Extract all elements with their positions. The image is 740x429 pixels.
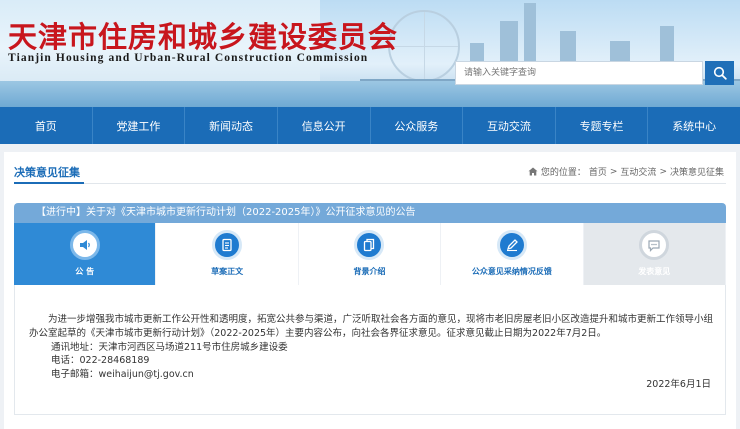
nav-item-news[interactable]: 新闻动态: [185, 107, 278, 144]
tab-draft-text[interactable]: 草案正文: [156, 223, 299, 285]
site-subtitle: Tianjin Housing and Urban-Rural Construc…: [8, 52, 369, 64]
section-title: 决策意见征集: [14, 166, 80, 179]
chat-icon: [648, 240, 660, 252]
header-banner: 天津市住房和城乡建设委员会 Tianjin Housing and Urban-…: [0, 0, 740, 107]
tab-background[interactable]: 背景介绍: [298, 223, 442, 285]
tab-feedback[interactable]: 公众意见采纳情况反馈: [441, 223, 584, 285]
tab-label: 草案正文: [211, 267, 244, 276]
nav-item-topics[interactable]: 专题专栏: [556, 107, 649, 144]
breadcrumb-separator: >: [609, 166, 618, 177]
section-divider: [14, 183, 726, 184]
home-icon: [528, 167, 538, 176]
tab-submit-opinion[interactable]: 发表意见: [583, 223, 726, 285]
announcement-date: 2022年6月1日: [646, 379, 711, 390]
document-icon: [222, 238, 232, 252]
tab-label: 发表意见: [638, 267, 671, 276]
announcement-body: 为进一步增强我市城市更新工作公开性和透明度，拓宽公共参与渠道，广泛听取社会各方面…: [14, 285, 726, 415]
content-panel: 决策意见征集 您的位置： 首页 > 互动交流 > 决策意见征集 【进行中】关于对…: [4, 152, 736, 429]
files-icon: [364, 238, 375, 252]
tab-label: 背景介绍: [353, 267, 386, 276]
tab-label: 公 告: [75, 267, 95, 276]
breadcrumb-link-home[interactable]: 首页: [589, 165, 607, 178]
nav-item-system-center[interactable]: 系统中心: [648, 107, 740, 144]
tab-announcement[interactable]: 公 告: [14, 223, 157, 285]
pen-icon: [506, 239, 518, 252]
nav-item-interaction[interactable]: 互动交流: [463, 107, 556, 144]
announcement-content: 为进一步增强我市城市更新工作公开性和透明度，拓宽公共参与渠道，广泛听取社会各方面…: [29, 313, 713, 382]
notice-title-bar: 【进行中】关于对《天津市城市更新行动计划（2022-2025年）》公开征求意见的…: [14, 203, 726, 223]
search-button[interactable]: [705, 61, 734, 85]
section-title-underline: [14, 182, 84, 184]
nav-item-home[interactable]: 首页: [0, 107, 93, 144]
nav-item-info-disclosure[interactable]: 信息公开: [278, 107, 371, 144]
announcement-paragraph: 为进一步增强我市城市更新工作公开性和透明度，拓宽公共参与渠道，广泛听取社会各方面…: [29, 314, 714, 339]
nav-item-party-building[interactable]: 党建工作: [93, 107, 186, 144]
ferris-wheel-graphic: [388, 10, 460, 82]
contact-email: 电子邮箱：weihaijun@tj.gov.cn: [51, 369, 194, 381]
breadcrumb-link-interaction[interactable]: 互动交流: [620, 165, 656, 178]
site-title: 天津市住房和城乡建设委员会: [8, 20, 399, 54]
breadcrumb: 您的位置： 首页 > 互动交流 > 决策意见征集: [528, 165, 724, 178]
contact-phone: 电话：022-28468189: [51, 355, 150, 367]
search-input[interactable]: [455, 61, 703, 85]
search-icon: [713, 66, 727, 80]
breadcrumb-current[interactable]: 决策意见征集: [670, 165, 724, 178]
main-nav: 首页 党建工作 新闻动态 信息公开 公众服务 互动交流 专题专栏 系统中心: [0, 107, 740, 144]
breadcrumb-separator: >: [659, 166, 667, 177]
tab-bar: 公 告 草案正文 背景介绍 公众意见采纳情况反馈 发表意见: [14, 223, 726, 285]
nav-item-public-service[interactable]: 公众服务: [371, 107, 464, 144]
breadcrumb-prefix: 您的位置：: [540, 168, 586, 178]
tab-label: 公众意见采纳情况反馈: [471, 267, 552, 276]
speaker-icon: [79, 240, 90, 250]
contact-address: 通讯地址：天津市河西区马场道211号市住房城乡建设委: [51, 341, 288, 353]
